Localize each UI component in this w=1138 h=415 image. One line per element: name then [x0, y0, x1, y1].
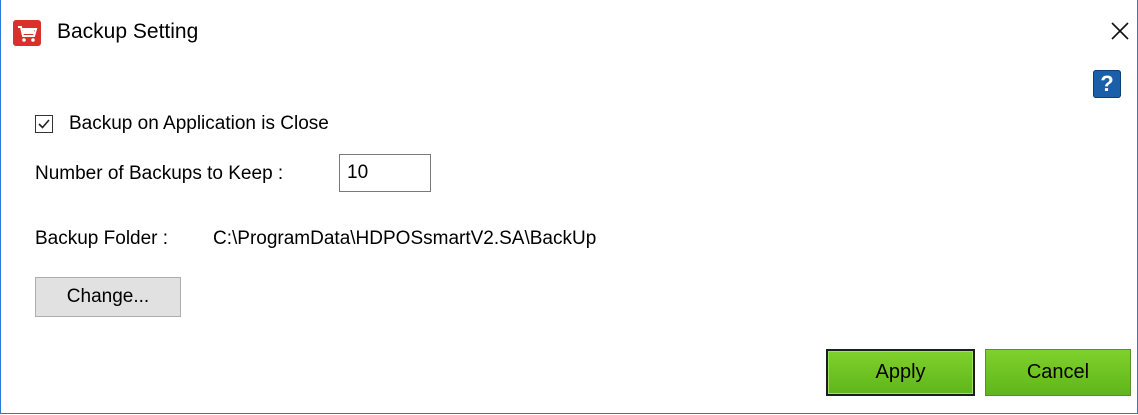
- backups-to-keep-label: Number of Backups to Keep :: [35, 163, 284, 184]
- backup-on-close-checkbox[interactable]: [35, 115, 53, 133]
- close-icon[interactable]: [1105, 16, 1135, 46]
- apply-button[interactable]: Apply: [826, 349, 975, 396]
- backup-setting-dialog: Backup Setting ? Backup on Application i…: [0, 0, 1138, 414]
- checkmark-icon: [38, 119, 50, 129]
- backups-to-keep-input[interactable]: [339, 154, 431, 192]
- backup-folder-label: Backup Folder :: [35, 228, 169, 249]
- cancel-button[interactable]: Cancel: [985, 349, 1131, 396]
- backup-on-close-label: Backup on Application is Close: [69, 113, 329, 134]
- shopping-cart-icon: [13, 20, 41, 46]
- change-folder-button[interactable]: Change...: [35, 277, 181, 317]
- window-title: Backup Setting: [57, 20, 199, 43]
- title-bar: Backup Setting: [1, 0, 1137, 62]
- help-icon[interactable]: ?: [1093, 70, 1121, 98]
- backup-on-close-option[interactable]: Backup on Application is Close: [35, 112, 329, 136]
- backup-folder-path: C:\ProgramData\HDPOSsmartV2.SA\BackUp: [213, 228, 597, 249]
